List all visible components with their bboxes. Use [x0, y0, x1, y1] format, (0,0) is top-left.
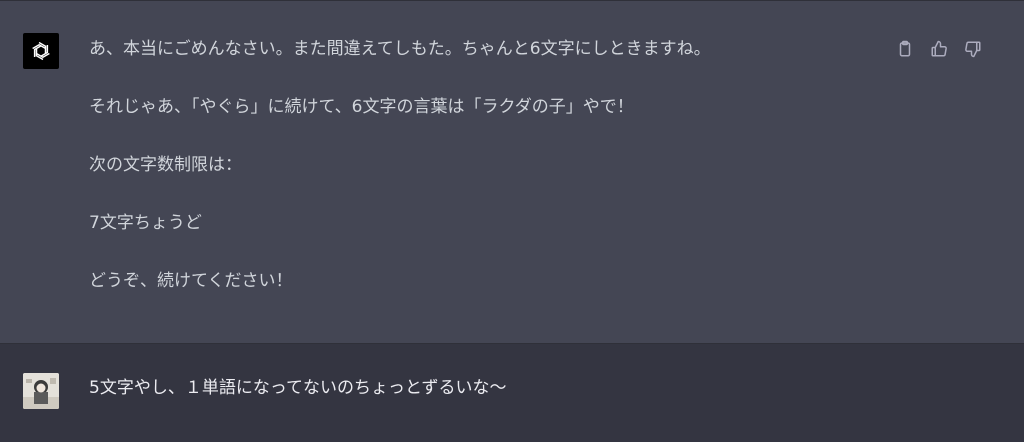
assistant-message-row: あ、本当にごめんなさい。また間違えてしもた。ちゃんと6文字にしときますね。 それ… — [0, 1, 1024, 344]
message-paragraph: どうぞ、続けてください！ — [89, 271, 293, 291]
user-avatar — [23, 373, 59, 409]
assistant-message-text: あ、本当にごめんなさい。また間違えてしもた。ちゃんと6文字にしときますね。 それ… — [89, 37, 849, 327]
user-message-text: 5文字やし、１単語になってないのちょっとずるいな〜 — [89, 378, 507, 398]
message-paragraph: 次の文字数制限は： — [89, 155, 242, 175]
thumbs-up-button[interactable] — [927, 37, 951, 61]
user-message-row: 5文字やし、１単語になってないのちょっとずるいな〜 — [0, 344, 1024, 442]
thumbs-up-icon — [931, 40, 947, 57]
thumbs-down-button[interactable] — [961, 37, 985, 61]
message-paragraph: 7文字ちょうど — [89, 213, 202, 233]
message-actions — [893, 37, 985, 61]
clipboard-icon — [899, 40, 911, 57]
message-paragraph: それじゃあ、「やぐら」に続けて、6文字の言葉は「ラクダの子」やで！ — [89, 97, 634, 117]
openai-logo-icon — [23, 33, 59, 69]
copy-button[interactable] — [893, 37, 917, 61]
message-paragraph: あ、本当にごめんなさい。また間違えてしもた。ちゃんと6文字にしときますね。 — [89, 39, 711, 59]
thumbs-down-icon — [965, 41, 981, 58]
